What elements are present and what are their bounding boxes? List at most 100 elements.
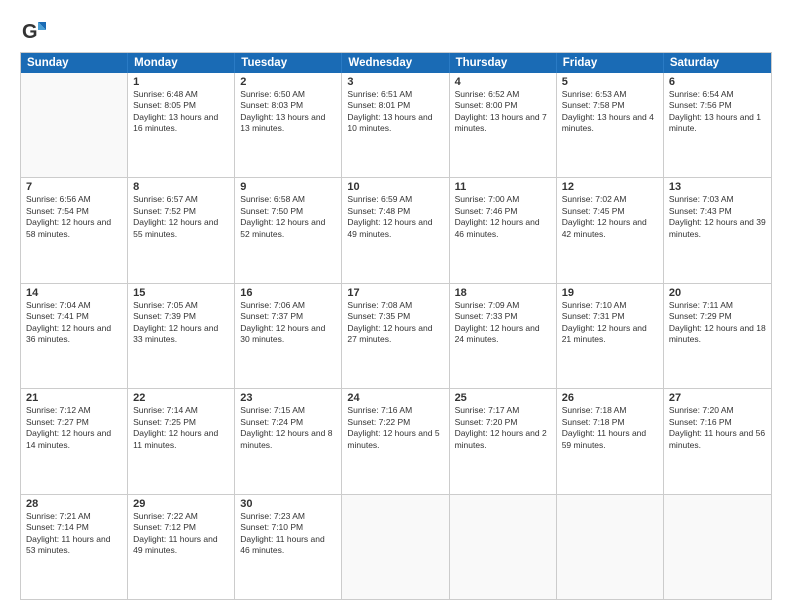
day-number: 8	[133, 181, 229, 193]
day-header-sunday: Sunday	[21, 53, 128, 73]
empty-cell	[557, 495, 664, 599]
day-number: 4	[455, 76, 551, 88]
logo-icon: G	[20, 18, 48, 46]
day-number: 24	[347, 392, 443, 404]
day-header-friday: Friday	[557, 53, 664, 73]
day-header-wednesday: Wednesday	[342, 53, 449, 73]
day-number: 20	[669, 287, 766, 299]
day-cell-17: 17Sunrise: 7:08 AM Sunset: 7:35 PM Dayli…	[342, 284, 449, 388]
svg-text:G: G	[22, 21, 38, 43]
day-detail: Sunrise: 7:20 AM Sunset: 7:16 PM Dayligh…	[669, 405, 766, 451]
day-detail: Sunrise: 7:18 AM Sunset: 7:18 PM Dayligh…	[562, 405, 658, 451]
day-cell-3: 3Sunrise: 6:51 AM Sunset: 8:01 PM Daylig…	[342, 73, 449, 177]
day-cell-16: 16Sunrise: 7:06 AM Sunset: 7:37 PM Dayli…	[235, 284, 342, 388]
day-cell-28: 28Sunrise: 7:21 AM Sunset: 7:14 PM Dayli…	[21, 495, 128, 599]
day-detail: Sunrise: 7:17 AM Sunset: 7:20 PM Dayligh…	[455, 405, 551, 451]
day-detail: Sunrise: 6:59 AM Sunset: 7:48 PM Dayligh…	[347, 194, 443, 240]
day-number: 26	[562, 392, 658, 404]
day-cell-8: 8Sunrise: 6:57 AM Sunset: 7:52 PM Daylig…	[128, 178, 235, 282]
day-number: 11	[455, 181, 551, 193]
day-header-saturday: Saturday	[664, 53, 771, 73]
day-detail: Sunrise: 6:54 AM Sunset: 7:56 PM Dayligh…	[669, 89, 766, 135]
day-detail: Sunrise: 6:48 AM Sunset: 8:05 PM Dayligh…	[133, 89, 229, 135]
day-header-monday: Monday	[128, 53, 235, 73]
day-detail: Sunrise: 7:10 AM Sunset: 7:31 PM Dayligh…	[562, 300, 658, 346]
day-header-tuesday: Tuesday	[235, 53, 342, 73]
day-detail: Sunrise: 6:58 AM Sunset: 7:50 PM Dayligh…	[240, 194, 336, 240]
logo: G	[20, 18, 52, 46]
day-cell-27: 27Sunrise: 7:20 AM Sunset: 7:16 PM Dayli…	[664, 389, 771, 493]
day-number: 25	[455, 392, 551, 404]
day-detail: Sunrise: 7:02 AM Sunset: 7:45 PM Dayligh…	[562, 194, 658, 240]
day-number: 14	[26, 287, 122, 299]
day-detail: Sunrise: 7:11 AM Sunset: 7:29 PM Dayligh…	[669, 300, 766, 346]
day-number: 16	[240, 287, 336, 299]
day-number: 12	[562, 181, 658, 193]
day-detail: Sunrise: 7:22 AM Sunset: 7:12 PM Dayligh…	[133, 511, 229, 557]
day-cell-5: 5Sunrise: 6:53 AM Sunset: 7:58 PM Daylig…	[557, 73, 664, 177]
day-detail: Sunrise: 7:16 AM Sunset: 7:22 PM Dayligh…	[347, 405, 443, 451]
day-detail: Sunrise: 7:15 AM Sunset: 7:24 PM Dayligh…	[240, 405, 336, 451]
day-cell-4: 4Sunrise: 6:52 AM Sunset: 8:00 PM Daylig…	[450, 73, 557, 177]
day-cell-20: 20Sunrise: 7:11 AM Sunset: 7:29 PM Dayli…	[664, 284, 771, 388]
day-cell-18: 18Sunrise: 7:09 AM Sunset: 7:33 PM Dayli…	[450, 284, 557, 388]
calendar-body: 1Sunrise: 6:48 AM Sunset: 8:05 PM Daylig…	[21, 73, 771, 599]
day-cell-30: 30Sunrise: 7:23 AM Sunset: 7:10 PM Dayli…	[235, 495, 342, 599]
day-number: 21	[26, 392, 122, 404]
day-number: 6	[669, 76, 766, 88]
day-cell-6: 6Sunrise: 6:54 AM Sunset: 7:56 PM Daylig…	[664, 73, 771, 177]
day-cell-29: 29Sunrise: 7:22 AM Sunset: 7:12 PM Dayli…	[128, 495, 235, 599]
day-cell-21: 21Sunrise: 7:12 AM Sunset: 7:27 PM Dayli…	[21, 389, 128, 493]
day-detail: Sunrise: 6:56 AM Sunset: 7:54 PM Dayligh…	[26, 194, 122, 240]
day-detail: Sunrise: 6:57 AM Sunset: 7:52 PM Dayligh…	[133, 194, 229, 240]
day-cell-24: 24Sunrise: 7:16 AM Sunset: 7:22 PM Dayli…	[342, 389, 449, 493]
day-cell-23: 23Sunrise: 7:15 AM Sunset: 7:24 PM Dayli…	[235, 389, 342, 493]
day-number: 3	[347, 76, 443, 88]
day-detail: Sunrise: 7:05 AM Sunset: 7:39 PM Dayligh…	[133, 300, 229, 346]
day-cell-15: 15Sunrise: 7:05 AM Sunset: 7:39 PM Dayli…	[128, 284, 235, 388]
day-cell-2: 2Sunrise: 6:50 AM Sunset: 8:03 PM Daylig…	[235, 73, 342, 177]
day-detail: Sunrise: 6:53 AM Sunset: 7:58 PM Dayligh…	[562, 89, 658, 135]
day-cell-12: 12Sunrise: 7:02 AM Sunset: 7:45 PM Dayli…	[557, 178, 664, 282]
day-number: 10	[347, 181, 443, 193]
day-header-thursday: Thursday	[450, 53, 557, 73]
day-number: 27	[669, 392, 766, 404]
calendar-page: G SundayMondayTuesdayWednesdayThursdayFr…	[0, 0, 792, 612]
day-detail: Sunrise: 6:52 AM Sunset: 8:00 PM Dayligh…	[455, 89, 551, 135]
day-number: 22	[133, 392, 229, 404]
day-number: 23	[240, 392, 336, 404]
day-detail: Sunrise: 7:14 AM Sunset: 7:25 PM Dayligh…	[133, 405, 229, 451]
day-number: 7	[26, 181, 122, 193]
day-number: 13	[669, 181, 766, 193]
day-detail: Sunrise: 7:08 AM Sunset: 7:35 PM Dayligh…	[347, 300, 443, 346]
day-cell-11: 11Sunrise: 7:00 AM Sunset: 7:46 PM Dayli…	[450, 178, 557, 282]
day-number: 19	[562, 287, 658, 299]
empty-cell	[342, 495, 449, 599]
day-detail: Sunrise: 7:23 AM Sunset: 7:10 PM Dayligh…	[240, 511, 336, 557]
calendar-row-3: 14Sunrise: 7:04 AM Sunset: 7:41 PM Dayli…	[21, 284, 771, 389]
day-cell-1: 1Sunrise: 6:48 AM Sunset: 8:05 PM Daylig…	[128, 73, 235, 177]
day-detail: Sunrise: 6:51 AM Sunset: 8:01 PM Dayligh…	[347, 89, 443, 135]
top-section: G	[20, 18, 772, 46]
day-number: 18	[455, 287, 551, 299]
calendar-row-4: 21Sunrise: 7:12 AM Sunset: 7:27 PM Dayli…	[21, 389, 771, 494]
day-detail: Sunrise: 7:21 AM Sunset: 7:14 PM Dayligh…	[26, 511, 122, 557]
day-cell-10: 10Sunrise: 6:59 AM Sunset: 7:48 PM Dayli…	[342, 178, 449, 282]
day-cell-19: 19Sunrise: 7:10 AM Sunset: 7:31 PM Dayli…	[557, 284, 664, 388]
day-detail: Sunrise: 7:09 AM Sunset: 7:33 PM Dayligh…	[455, 300, 551, 346]
calendar-row-5: 28Sunrise: 7:21 AM Sunset: 7:14 PM Dayli…	[21, 495, 771, 599]
day-number: 28	[26, 498, 122, 510]
day-cell-26: 26Sunrise: 7:18 AM Sunset: 7:18 PM Dayli…	[557, 389, 664, 493]
day-detail: Sunrise: 6:50 AM Sunset: 8:03 PM Dayligh…	[240, 89, 336, 135]
empty-cell	[21, 73, 128, 177]
day-cell-14: 14Sunrise: 7:04 AM Sunset: 7:41 PM Dayli…	[21, 284, 128, 388]
day-detail: Sunrise: 7:00 AM Sunset: 7:46 PM Dayligh…	[455, 194, 551, 240]
calendar-row-1: 1Sunrise: 6:48 AM Sunset: 8:05 PM Daylig…	[21, 73, 771, 178]
day-cell-25: 25Sunrise: 7:17 AM Sunset: 7:20 PM Dayli…	[450, 389, 557, 493]
day-cell-7: 7Sunrise: 6:56 AM Sunset: 7:54 PM Daylig…	[21, 178, 128, 282]
day-number: 30	[240, 498, 336, 510]
day-detail: Sunrise: 7:06 AM Sunset: 7:37 PM Dayligh…	[240, 300, 336, 346]
day-number: 9	[240, 181, 336, 193]
calendar-row-2: 7Sunrise: 6:56 AM Sunset: 7:54 PM Daylig…	[21, 178, 771, 283]
day-cell-9: 9Sunrise: 6:58 AM Sunset: 7:50 PM Daylig…	[235, 178, 342, 282]
